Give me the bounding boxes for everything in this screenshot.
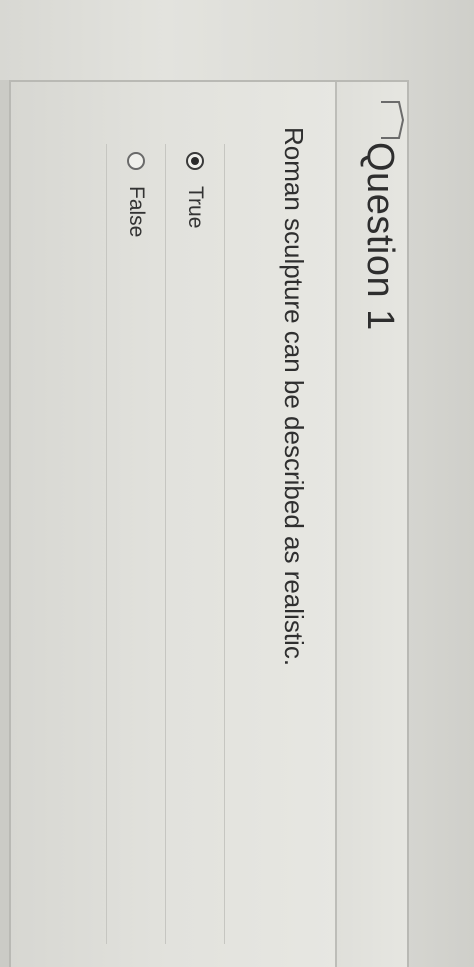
question-card: Question 1 Roman sculpture can be descri…: [9, 80, 409, 967]
question-text: Roman sculpture can be described as real…: [279, 127, 309, 667]
answer-label: False: [125, 186, 148, 238]
answer-label: True: [184, 186, 207, 229]
question-body: Roman sculpture can be described as real…: [9, 82, 335, 967]
quiz-viewport: Question 1 Roman sculpture can be descri…: [0, 0, 474, 967]
radio-selected-icon[interactable]: [186, 152, 204, 170]
flag-icon[interactable]: [379, 100, 405, 140]
radio-unselected-icon[interactable]: [127, 152, 145, 170]
question-title: Question 1: [359, 142, 401, 331]
answer-list: True False: [106, 144, 225, 944]
answer-option-false[interactable]: False: [106, 144, 166, 944]
answer-option-true[interactable]: True: [166, 144, 225, 944]
page-edge: [0, 80, 9, 967]
question-header: Question 1: [335, 82, 407, 967]
